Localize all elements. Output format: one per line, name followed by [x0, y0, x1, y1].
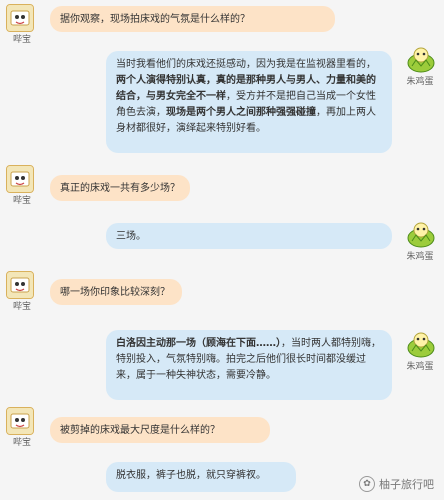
- message-bubble-right: 脱衣服，裤子也脱，就只穿裤衩。: [106, 462, 296, 492]
- left-avatar: [6, 4, 34, 32]
- right-avatar: [406, 331, 436, 359]
- left-avatar: [6, 407, 34, 435]
- left-avatar: [6, 271, 34, 299]
- message-bubble-right: 当时我看他们的床戏还挺感动，因为我是在监视器里看的，两个人演得特别认真，真的是那…: [106, 51, 392, 153]
- message-text: 被剪掉的床戏最大尺度是什么样的？: [60, 425, 220, 436]
- right-avatar: [406, 221, 436, 249]
- avatar-icon: [7, 272, 33, 298]
- left-nickname: 哔宝: [12, 35, 31, 45]
- left-nickname: 哔宝: [12, 438, 31, 448]
- avatar-icon: [7, 166, 33, 192]
- message-text: 据你观察，现场拍床戏的气氛是什么样的？: [60, 14, 250, 25]
- message-text: 三场。: [116, 231, 146, 242]
- turtle-avatar-icon: [407, 332, 435, 358]
- turtle-avatar-icon: [407, 47, 435, 73]
- message-text: 哪一场你印象比较深刻？: [60, 287, 170, 298]
- avatar-icon: [7, 5, 33, 31]
- message-bubble-right: 三场。: [106, 223, 392, 249]
- message-bubble-left: 据你观察，现场拍床戏的气氛是什么样的？: [50, 6, 335, 32]
- left-nickname: 哔宝: [12, 196, 31, 206]
- message-bubble-left: 被剪掉的床戏最大尺度是什么样的？: [50, 417, 270, 443]
- message-bold-part: 白洛因主动那一场（顾海在下面……）: [116, 338, 281, 349]
- left-avatar: [6, 165, 34, 193]
- message-bubble-left: 哪一场你印象比较深刻？: [50, 279, 182, 305]
- right-nickname: 朱鸡蛋: [406, 252, 434, 262]
- left-nickname: 哔宝: [12, 302, 31, 312]
- message-text: 真正的床戏一共有多少场？: [60, 183, 180, 194]
- right-avatar: [406, 46, 436, 74]
- message-bubble-left: 真正的床戏一共有多少场？: [50, 175, 190, 201]
- message-text-part: 当时我看他们的床戏还挺感动，因为我是在监视器里看的，: [116, 59, 376, 70]
- right-nickname: 朱鸡蛋: [406, 362, 434, 372]
- right-nickname: 朱鸡蛋: [406, 77, 434, 87]
- turtle-avatar-icon: [407, 222, 435, 248]
- message-text: 脱衣服，裤子也脱，就只穿裤衩。: [116, 470, 266, 481]
- message-bubble-right: 白洛因主动那一场（顾海在下面……），当时两人都特别嗨，特别投入，气氛特别嗨。拍完…: [106, 330, 392, 400]
- watermark: ✿ 柚子旅行吧: [359, 476, 434, 492]
- message-bold-part: 现场是两个男人之间那种强强碰撞: [166, 107, 316, 118]
- wechat-icon: ✿: [359, 476, 375, 492]
- avatar-icon: [7, 408, 33, 434]
- watermark-text: 柚子旅行吧: [379, 478, 434, 491]
